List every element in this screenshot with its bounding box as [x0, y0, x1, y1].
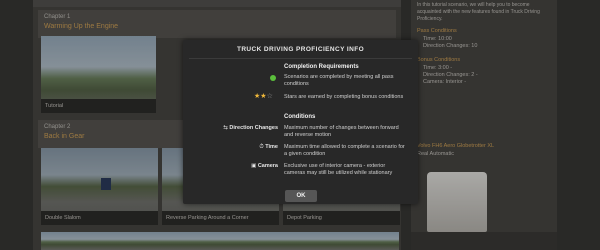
proficiency-info-dialog: TRUCK DRIVING PROFICIENCY INFO Completio… — [183, 40, 418, 204]
direction-changes-label: ⇆ Direction Changes — [223, 125, 278, 131]
screen: Chapter 1 Warming Up the Engine Tutorial… — [0, 0, 600, 250]
title-divider — [189, 58, 412, 59]
completion-requirements-text: Scenarios are completed by meeting all p… — [284, 74, 394, 87]
dialog-title: TRUCK DRIVING PROFICIENCY INFO — [236, 46, 365, 53]
camera-icon: ▣ — [251, 163, 258, 169]
camera-label: ▣ Camera — [251, 163, 278, 169]
star-rating-icon: ★★☆ — [254, 92, 273, 100]
direction-changes-text: Maximum number of changes between forwar… — [284, 125, 399, 138]
star-empty-icon: ☆ — [266, 93, 273, 100]
stars-explanation-text: Stars are earned by completing bonus con… — [284, 94, 404, 100]
conditions-heading: Conditions — [284, 114, 316, 120]
time-label: ⏱ Time — [259, 144, 278, 150]
camera-text: Exclusive use of interior camera - exter… — [284, 163, 393, 176]
completion-requirements-heading: Completion Requirements — [284, 64, 359, 70]
check-icon — [270, 75, 276, 81]
time-text: Maximum time allowed to complete a scena… — [284, 144, 405, 157]
ok-button[interactable]: OK — [285, 190, 317, 202]
